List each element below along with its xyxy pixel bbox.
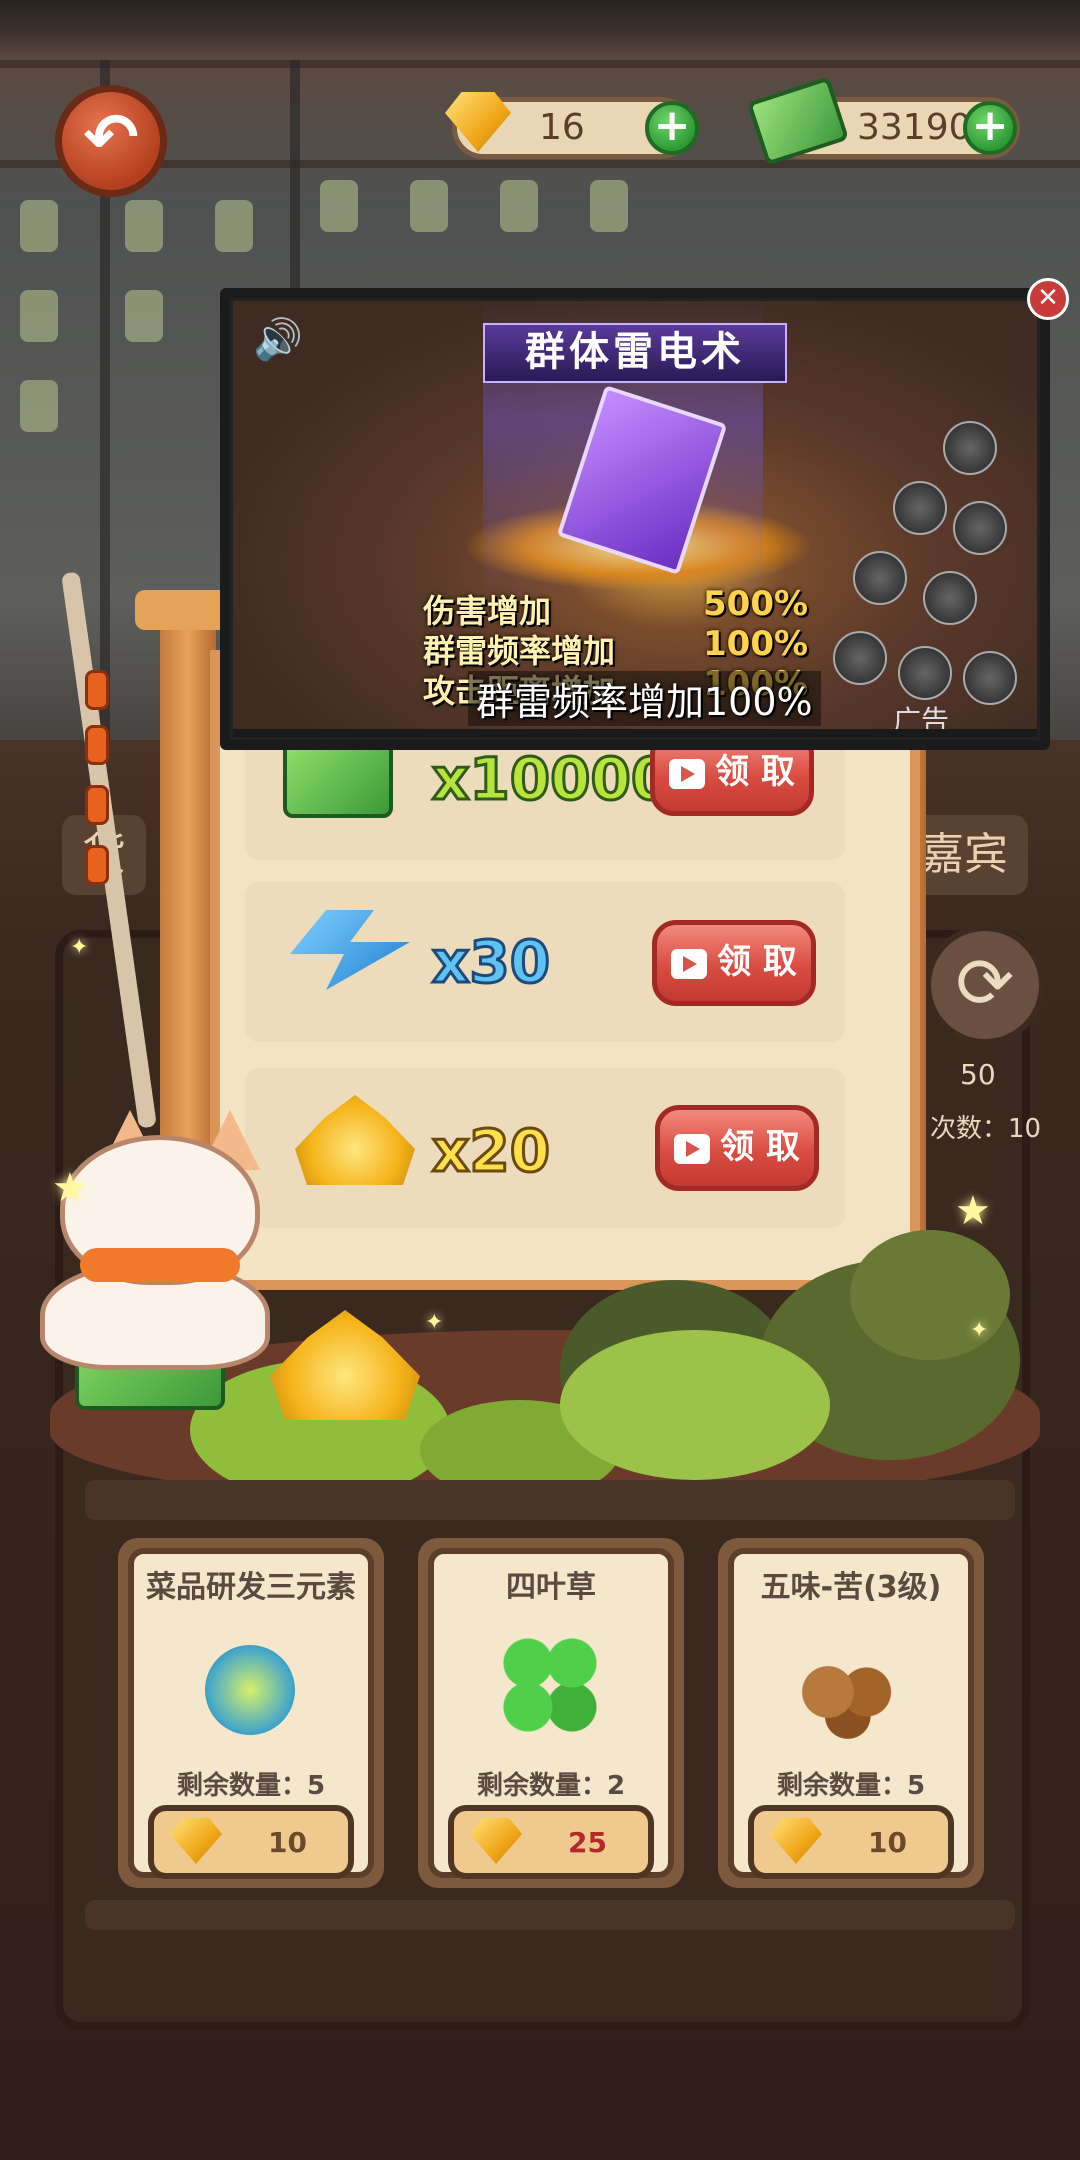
cat-collar bbox=[80, 1248, 240, 1282]
plus-icon: + bbox=[971, 100, 1009, 151]
ad-caption: 群雷频率增加100% bbox=[468, 671, 821, 726]
bulb-icon bbox=[205, 1645, 295, 1735]
sparkle-icon: ✦ bbox=[970, 1318, 989, 1343]
jar bbox=[320, 180, 358, 232]
shelf-line bbox=[0, 60, 1080, 68]
refresh-count: 50 bbox=[960, 1058, 996, 1091]
sparkle-icon: ★ bbox=[955, 1188, 991, 1234]
lantern bbox=[85, 785, 109, 825]
sparkle-icon: ✦ bbox=[425, 1310, 444, 1335]
item-price: 25 bbox=[568, 1826, 607, 1859]
gem-count: 16 bbox=[539, 107, 585, 148]
close-icon[interactable]: ✕ bbox=[1027, 278, 1069, 320]
add-cash-button[interactable]: + bbox=[963, 101, 1017, 155]
item-remaining: 剩余数量：5 bbox=[776, 1771, 926, 1801]
item-price: 10 bbox=[868, 1826, 907, 1859]
video-icon bbox=[674, 1133, 711, 1164]
refresh-icon[interactable]: ⟳ bbox=[925, 925, 1045, 1045]
clover-icon bbox=[495, 1630, 605, 1740]
jar bbox=[590, 180, 628, 232]
claim-button[interactable]: 领 取 bbox=[652, 920, 816, 1006]
lantern bbox=[85, 845, 109, 885]
item-remaining: 剩余数量：2 bbox=[476, 1771, 626, 1801]
lantern bbox=[85, 670, 109, 710]
jar bbox=[500, 180, 538, 232]
item-remaining: 剩余数量：5 bbox=[176, 1771, 326, 1801]
bush bbox=[560, 1330, 830, 1480]
shelf-rail bbox=[85, 1900, 1015, 1930]
ad-strip bbox=[233, 729, 1037, 737]
speaker-icon[interactable]: 🔊 bbox=[253, 316, 303, 363]
ad-banner[interactable]: 🔊 群体雷电术 伤害增加 500% 群雷频率增加 100% 攻击距离增加 100… bbox=[230, 298, 1040, 740]
cash-stack-icon bbox=[283, 740, 393, 818]
ad-title: 群体雷电术 bbox=[483, 323, 787, 383]
jar bbox=[20, 200, 58, 252]
claim-label: 领 取 bbox=[720, 1127, 800, 1167]
item-price: 10 bbox=[268, 1826, 307, 1859]
shelf-rail bbox=[85, 1480, 1015, 1520]
jar bbox=[125, 200, 163, 252]
claim-button[interactable]: 领 取 bbox=[655, 1105, 819, 1191]
claim-label: 领 取 bbox=[717, 942, 797, 982]
jar bbox=[20, 290, 58, 342]
sparkle-icon: ★ bbox=[52, 1165, 88, 1211]
plus-icon: + bbox=[653, 100, 691, 151]
video-icon bbox=[669, 758, 706, 789]
item-title: 菜品研发三元素 bbox=[146, 1570, 356, 1605]
jar bbox=[410, 180, 448, 232]
video-icon bbox=[671, 948, 708, 979]
times-label: 次数：10 bbox=[930, 1114, 1042, 1144]
claim-label: 领 取 bbox=[715, 752, 795, 792]
jar bbox=[125, 290, 163, 342]
item-title: 四叶草 bbox=[506, 1570, 596, 1605]
coffee-beans-icon bbox=[795, 1660, 905, 1740]
jar bbox=[20, 380, 58, 432]
ad-stat-value: 500% bbox=[703, 584, 809, 624]
add-gems-button[interactable]: + bbox=[645, 101, 699, 155]
lantern bbox=[85, 725, 109, 765]
back-arrow-icon: ↶ bbox=[83, 99, 139, 176]
item-title: 五味-苦(3级) bbox=[760, 1570, 942, 1605]
guest-tab-label: 嘉宾 bbox=[920, 829, 1008, 880]
reward-quantity: x30 bbox=[430, 927, 551, 998]
ad-stat-value: 100% bbox=[703, 624, 809, 664]
sparkle-icon: ✦ bbox=[70, 935, 89, 960]
reward-quantity: x20 bbox=[430, 1116, 551, 1187]
back-button[interactable]: ↶ bbox=[55, 85, 167, 197]
jar bbox=[215, 200, 253, 252]
